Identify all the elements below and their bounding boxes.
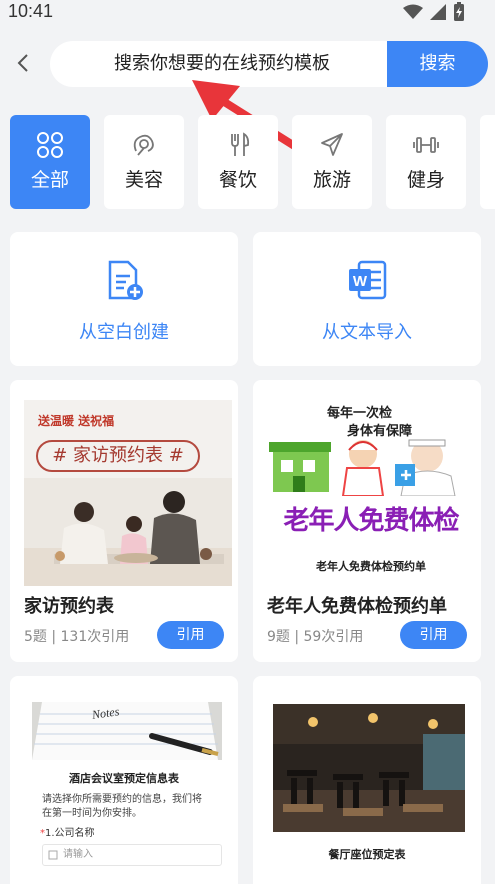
cite-button[interactable]: 引用 (157, 621, 224, 649)
template-card[interactable]: 餐厅座位预定表 (253, 676, 481, 884)
tab-label: 餐饮 (218, 169, 257, 191)
notes-photo: Notes (32, 702, 222, 760)
thumb-heading: 酒店会议室预定信息表 (69, 772, 179, 785)
thumb-desc: 请选择你所需要预约的信息，我们将 (42, 794, 202, 805)
tab-fitness[interactable]: 健身 (386, 115, 466, 209)
thumb-input: 请输入 (42, 844, 222, 866)
template-thumbnail: 送温暖 送祝福 # 家访预约表 # (24, 400, 232, 586)
category-tabs: 全部 美容 餐饮 旅游 健身 (10, 115, 495, 209)
import-text-label: 从文本导入 (322, 322, 412, 343)
template-card[interactable]: 每年一次检 身体有保障 Hospital 老年人免费体检 老年人免费体检预约单 … (253, 380, 481, 662)
tab-travel[interactable]: 旅游 (292, 115, 372, 209)
tab-label: 健身 (406, 169, 445, 191)
thumb-caption: 老年人免费体检预约单 (316, 560, 426, 573)
create-blank-card[interactable]: 从空白创建 (10, 232, 238, 366)
thumb-caption: 餐厅座位预定表 (328, 848, 406, 861)
svg-text:W: W (353, 273, 368, 290)
battery-charging-icon (454, 2, 464, 21)
template-title: 老年人免费体检预约单 (267, 596, 447, 617)
tab-label: 旅游 (312, 169, 351, 191)
template-meta: 9题 | 59次引用 (267, 629, 364, 645)
family-photo (24, 478, 232, 586)
template-title: 家访预约表 (24, 596, 114, 617)
template-meta: 5题 | 131次引用 (24, 629, 130, 645)
template-card[interactable]: Notes 酒店会议室预定信息表 请选择你所需要预约的信息，我们将 在第一时间为… (10, 676, 238, 884)
thumb-slogan: 每年一次检 (327, 406, 393, 421)
thumb-desc: 在第一时间为你安排。 (42, 808, 142, 819)
wifi-icon (403, 4, 423, 19)
restaurant-photo (273, 704, 465, 832)
beauty-icon (133, 134, 154, 156)
thumb-hospital-sign: Hospital (277, 426, 313, 436)
thumb-banner: # 家访预约表 # (36, 440, 200, 472)
import-text-card[interactable]: W 从文本导入 (253, 232, 481, 366)
template-card[interactable]: 送温暖 送祝福 # 家访预约表 # 家访预约表 5题 | 131次引用 引用 (10, 380, 238, 662)
new-document-icon (108, 260, 143, 300)
grid-icon (37, 132, 63, 158)
tab-catering[interactable]: 餐饮 (198, 115, 278, 209)
tab-label: 全部 (30, 169, 69, 191)
back-arrow-icon[interactable] (12, 51, 36, 75)
signal-icon (430, 4, 446, 20)
tab-beauty[interactable]: 美容 (104, 115, 184, 209)
edit-icon (48, 850, 58, 860)
thumb-question: *1.公司名称 (40, 828, 95, 839)
word-document-icon: W (349, 260, 387, 300)
template-thumbnail: 每年一次检 身体有保障 Hospital 老年人免费体检 老年人免费体检预约单 (267, 400, 475, 586)
airplane-icon (321, 133, 343, 156)
dumbbell-icon (413, 137, 439, 153)
tab-more[interactable] (480, 115, 495, 209)
tab-label: 美容 (124, 169, 163, 191)
status-time: 10:41 (8, 1, 54, 21)
search-button[interactable]: 搜索 (387, 41, 488, 87)
fork-knife-icon (231, 132, 250, 156)
thumb-headline: 老年人免费体检 (283, 506, 459, 536)
tab-all[interactable]: 全部 (10, 115, 90, 209)
thumb-tag: 送温暖 送祝福 (38, 414, 115, 428)
cite-button[interactable]: 引用 (400, 621, 467, 649)
create-blank-label: 从空白创建 (79, 322, 169, 343)
status-bar: 10:41 (0, 0, 495, 28)
